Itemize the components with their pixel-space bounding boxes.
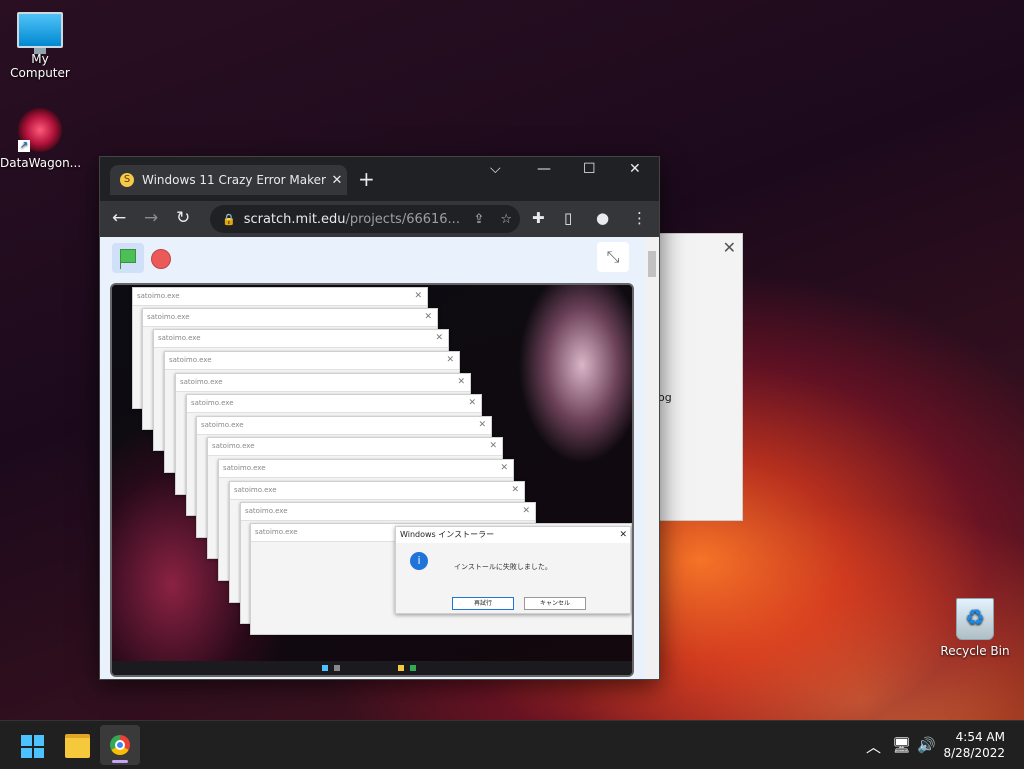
share-icon[interactable]: ⇪ xyxy=(473,212,484,227)
folder-icon xyxy=(398,665,404,671)
installer-message: インストールに失敗しました。 xyxy=(454,563,552,571)
close-icon[interactable]: ✕ xyxy=(414,288,422,305)
background-dialog-text: og xyxy=(658,391,672,404)
close-icon[interactable]: ✕ xyxy=(723,238,736,257)
new-tab-button[interactable]: + xyxy=(358,169,375,189)
desktop-icon-label: Recycle Bin xyxy=(940,644,1010,658)
stage-taskbar xyxy=(112,661,632,675)
monitor-icon xyxy=(17,12,63,54)
chevron-up-icon[interactable]: ︿ xyxy=(866,736,881,757)
recycle-bin-icon: ♻ xyxy=(956,598,994,640)
close-icon[interactable]: ✕ xyxy=(511,482,519,499)
green-flag-icon[interactable] xyxy=(112,243,144,273)
taskbar: ︿ 🖥 🔊 4:54 AM 8/28/2022 xyxy=(0,720,1024,769)
search-icon xyxy=(334,665,340,671)
active-indicator xyxy=(112,760,128,763)
bookmark-star-icon[interactable]: ☆ xyxy=(500,212,512,227)
stop-icon[interactable] xyxy=(151,249,171,269)
maximize-button[interactable]: ☐ xyxy=(583,161,596,177)
close-icon[interactable]: ✕ xyxy=(457,374,465,391)
url-text[interactable]: scratch.mit.edu/projects/66616... xyxy=(244,212,466,227)
tab-close-icon[interactable]: ✕ xyxy=(327,173,347,188)
desktop-icon-label: My Computer xyxy=(10,52,70,80)
shortcut-arrow-icon: ↗ xyxy=(18,140,30,152)
info-icon: i xyxy=(410,552,428,570)
profile-icon[interactable]: ● xyxy=(596,209,609,227)
exit-fullscreen-icon[interactable]: ⤡ xyxy=(597,242,629,272)
address-bar[interactable]: 🔒 scratch.mit.edu/projects/66616... ⇪ ☆ xyxy=(210,205,520,233)
scratch-player: ⤡ satoimo.exe ✕ satoimo.exe ✕ satoimo.exe ✕… xyxy=(100,237,645,679)
forward-button[interactable]: → xyxy=(144,209,158,227)
lock-icon[interactable]: 🔒 xyxy=(222,213,236,226)
close-icon[interactable]: ✕ xyxy=(424,309,432,326)
cancel-button[interactable]: キャンセル xyxy=(524,597,586,610)
minimize-button[interactable]: — xyxy=(537,161,551,177)
app-icon xyxy=(410,665,416,671)
file-explorer-icon[interactable] xyxy=(65,734,90,758)
close-icon[interactable]: ✕ xyxy=(435,330,443,347)
installer-title: Windows インストーラー xyxy=(400,530,495,539)
desktop-icon-label: DataWagon... xyxy=(0,156,82,170)
scratch-stage[interactable]: satoimo.exe ✕ satoimo.exe ✕ satoimo.exe ✕ s… xyxy=(110,283,634,677)
installer-dialog[interactable]: Windows インストーラー ✕ i インストールに失敗しました。 再試行 キャ… xyxy=(395,526,631,614)
close-icon[interactable]: ✕ xyxy=(446,352,454,369)
network-icon[interactable]: 🖥 xyxy=(892,736,911,754)
start-icon xyxy=(322,665,328,671)
close-icon[interactable]: ✕ xyxy=(522,503,530,520)
close-icon[interactable]: ✕ xyxy=(489,438,497,455)
clock[interactable]: 4:54 AM 8/28/2022 xyxy=(943,729,1005,761)
desktop-icon-recycle-bin[interactable]: ♻ Recycle Bin xyxy=(935,598,1015,658)
clock-date: 8/28/2022 xyxy=(943,746,1005,760)
browser-toolbar: ← → ↻ 🔒 scratch.mit.edu/projects/66616..… xyxy=(100,201,659,237)
reload-button[interactable]: ↻ xyxy=(176,209,190,227)
extensions-icon[interactable]: ✚ xyxy=(532,209,545,227)
background-dialog[interactable]: ✕ og xyxy=(657,233,743,521)
tab-title: Windows 11 Crazy Error Maker 4 xyxy=(142,173,327,187)
close-icon[interactable]: ✕ xyxy=(468,395,476,412)
clock-time: 4:54 AM xyxy=(955,730,1005,744)
menu-icon[interactable]: ⋮ xyxy=(632,209,647,227)
scratch-favicon-icon: S xyxy=(120,173,134,187)
start-button[interactable] xyxy=(21,735,44,758)
side-panel-icon[interactable]: ▯ xyxy=(564,209,572,227)
scrollbar[interactable] xyxy=(645,237,659,679)
scrollbar-thumb[interactable] xyxy=(648,251,656,277)
desktop-icon-datawagon[interactable]: ↗ DataWagon... xyxy=(0,108,82,170)
close-window-button[interactable]: ✕ xyxy=(629,161,641,177)
desktop-icon-my-computer[interactable]: My Computer xyxy=(0,12,80,80)
close-icon[interactable]: ✕ xyxy=(478,417,486,434)
retry-button[interactable]: 再試行 xyxy=(452,597,514,610)
tab-search-icon[interactable]: ⌵ xyxy=(490,161,501,177)
close-icon[interactable]: ✕ xyxy=(500,460,508,477)
datawagon-icon: ↗ xyxy=(18,108,62,152)
browser-window[interactable]: S Windows 11 Crazy Error Maker 4 ✕ + ⌵ —… xyxy=(99,156,660,680)
chrome-taskbar-button[interactable] xyxy=(100,725,140,765)
chrome-icon xyxy=(110,735,130,755)
back-button[interactable]: ← xyxy=(112,209,126,227)
browser-tab[interactable]: S Windows 11 Crazy Error Maker 4 ✕ xyxy=(110,165,347,195)
volume-icon[interactable]: 🔊 xyxy=(917,736,936,754)
close-icon[interactable]: ✕ xyxy=(619,527,627,543)
